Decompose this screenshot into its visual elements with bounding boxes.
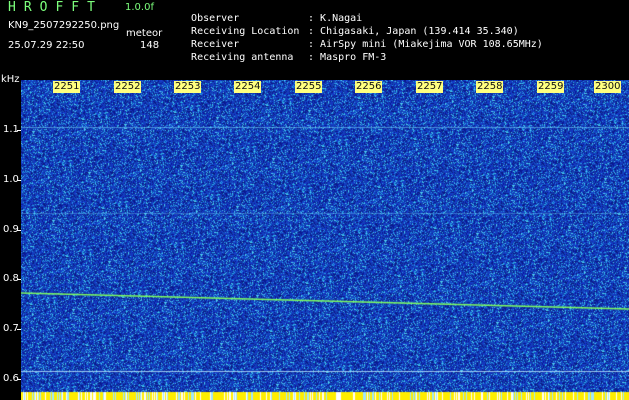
waterfall-canvas[interactable] [21,80,629,400]
time-label: 2253 [174,81,202,93]
antenna-label: Receiving antenna [191,52,294,63]
time-label: 2258 [476,81,504,93]
antenna-row: Receiving antenna: Maspro FM-3 [179,41,386,63]
time-label: 2257 [416,81,444,93]
time-label: 2259 [537,81,565,93]
waterfall-spectrogram[interactable] [21,80,629,400]
time-label: 2254 [234,81,262,93]
app-version: 1.0.0f [125,2,154,13]
count-value: 148 [140,40,160,51]
app-title: HROFFT [8,0,103,15]
antenna-value: Maspro FM-3 [320,52,387,63]
timestamp: 25.07.29 22:50 [8,40,85,51]
file-name: KN9_2507292250.png [8,20,120,31]
time-label: 2300 [594,81,622,93]
y-axis-unit: kHz [1,74,20,85]
time-label: 2256 [355,81,383,93]
mode-label: meteor [126,28,163,39]
time-label: 2252 [114,81,142,93]
time-label: 2255 [295,81,323,93]
time-label: 2251 [53,81,81,93]
antenna-sep: : [308,52,315,63]
